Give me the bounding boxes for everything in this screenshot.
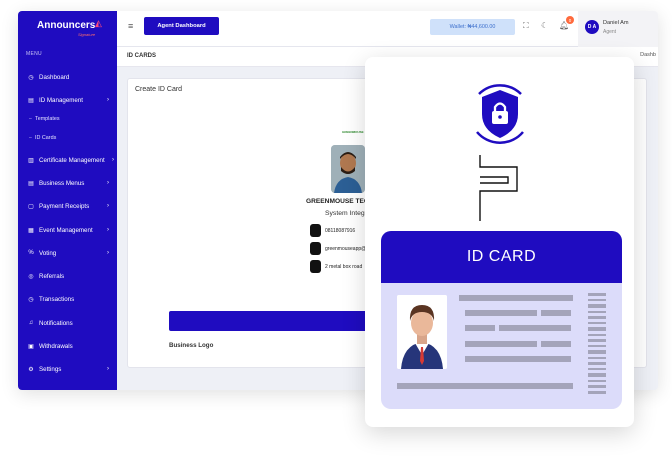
person-avatar-icon <box>397 295 447 369</box>
menu-caption: MENU <box>26 51 42 57</box>
card-title: Create ID Card <box>135 86 183 93</box>
page-title: ID CARDS <box>127 53 157 59</box>
sidebar-item-label: ID Management <box>39 96 84 104</box>
calendar-icon: ▦ <box>28 227 34 234</box>
sidebar-subitem-label: ID Cards <box>35 135 57 141</box>
sidebar-item-label: Notifications <box>39 319 73 327</box>
user-menu[interactable]: D A Daniel Am Agent <box>578 11 658 47</box>
sidebar-item-id-management[interactable]: ▤ ID Management › <box>18 92 117 108</box>
phone-text: 08118087916 <box>325 227 356 234</box>
email-row: greenmouseapp@ <box>310 242 366 255</box>
info-line <box>499 325 571 331</box>
brand-mark-icon: ◭ <box>95 18 102 28</box>
info-line <box>465 341 537 347</box>
sidebar-item-label: Certificate Management <box>39 156 105 164</box>
sidebar-item-label: Payment Receipts <box>39 202 90 210</box>
dashboard-icon: ◷ <box>28 74 34 81</box>
sidebar-subitem-templates[interactable]: – Templates <box>29 116 60 122</box>
address-text: 2 metal box road <box>325 263 363 270</box>
sidebar-item-certificate-management[interactable]: ▥ Certificate Management › <box>18 152 117 168</box>
brand-subtitle: Signature <box>78 32 96 37</box>
gear-icon: ⚙ <box>28 366 34 373</box>
chevron-right-icon: › <box>107 227 109 233</box>
sidebar-item-label: Withdrawals <box>39 342 73 350</box>
user-role: Agent <box>603 29 617 35</box>
notification-badge: 0 <box>566 16 574 24</box>
id-photo <box>397 295 447 369</box>
chevron-right-icon: › <box>107 180 109 186</box>
menu-book-icon: ▤ <box>28 180 34 187</box>
percent-icon: % <box>28 250 34 256</box>
sidebar-item-notifications[interactable]: ♫ Notifications <box>18 315 117 331</box>
holder-role: System Integra <box>325 210 371 217</box>
circuit-line-icon <box>479 155 518 221</box>
shield-lock-icon <box>476 84 524 144</box>
certificate-icon: ▥ <box>28 157 34 164</box>
sidebar-item-label: Transactions <box>39 295 75 303</box>
address-row: 2 metal box road <box>310 260 362 273</box>
referral-icon: ◎ <box>28 273 34 280</box>
sidebar-subitem-label: Templates <box>35 116 60 122</box>
company-mini-logo: GREENMOUSE <box>342 130 364 134</box>
user-name: Daniel Am <box>603 20 629 26</box>
sidebar-item-dashboard[interactable]: ◷ Dashboard <box>18 69 117 85</box>
sidebar: Announcers ◭ Signature MENU ◷ Dashboard … <box>18 11 117 390</box>
avatar: D A <box>585 20 599 34</box>
id-card: ID CARD <box>381 231 622 409</box>
phone-icon <box>310 224 321 237</box>
transactions-icon: ◷ <box>28 296 34 303</box>
chevron-right-icon: › <box>107 250 109 256</box>
bell-icon: ♫ <box>28 320 34 326</box>
email-icon <box>310 242 321 255</box>
business-logo-label: Business Logo <box>169 342 214 349</box>
chevron-right-icon: › <box>107 203 109 209</box>
agent-dashboard-button[interactable]: Agent Dashboard <box>144 17 219 35</box>
receipt-icon: ▢ <box>28 203 34 210</box>
id-card-illustration-panel: ID CARD <box>365 57 634 427</box>
info-line <box>465 356 571 362</box>
sidebar-item-label: Referrals <box>39 272 65 280</box>
chevron-right-icon: › <box>107 366 109 372</box>
sidebar-item-label: Business Menus <box>39 179 85 187</box>
sidebar-item-label: Event Management <box>39 226 93 234</box>
sidebar-item-settings[interactable]: ⚙ Settings › <box>18 361 117 377</box>
moon-icon[interactable]: ☾ <box>541 21 548 30</box>
email-text: greenmouseapp@ <box>325 245 367 252</box>
person-photo-icon <box>331 145 365 193</box>
barcode-icon <box>588 293 606 394</box>
sidebar-item-event-management[interactable]: ▦ Event Management › <box>18 222 117 238</box>
info-line <box>541 310 571 316</box>
id-card-heading: ID CARD <box>381 231 622 283</box>
brand-logo[interactable]: Announcers <box>37 20 95 31</box>
phone-row: 08118087916 <box>310 224 355 237</box>
sidebar-item-label: Voting <box>39 249 57 257</box>
hamburger-menu-icon[interactable]: ≡ <box>128 21 133 31</box>
breadcrumb[interactable]: Dashb <box>640 52 656 58</box>
sidebar-item-label: Dashboard <box>39 73 70 81</box>
top-bar: ≡ Agent Dashboard Wallet: ₦44,600.00 ⛶ ☾… <box>117 11 658 47</box>
withdrawal-icon: ▣ <box>28 343 34 350</box>
sidebar-item-voting[interactable]: % Voting › <box>18 245 117 261</box>
chevron-right-icon: › <box>112 157 114 163</box>
holder-photo <box>331 145 365 193</box>
chevron-right-icon: › <box>107 97 109 103</box>
sidebar-item-label: Settings <box>39 365 62 373</box>
stage: Announcers ◭ Signature MENU ◷ Dashboard … <box>0 0 672 469</box>
info-line <box>459 295 573 301</box>
info-line <box>541 341 571 347</box>
sidebar-item-transactions[interactable]: ◷ Transactions <box>18 291 117 307</box>
sidebar-item-payment-receipts[interactable]: ▢ Payment Receipts › <box>18 198 117 214</box>
sidebar-subitem-id-cards[interactable]: – ID Cards <box>29 135 56 141</box>
fullscreen-icon[interactable]: ⛶ <box>523 21 529 31</box>
info-line <box>465 310 537 316</box>
id-card-icon: ▤ <box>28 97 34 104</box>
wallet-balance: Wallet: ₦44,600.00 <box>430 19 515 35</box>
info-line <box>397 383 573 389</box>
sidebar-item-withdrawals[interactable]: ▣ Withdrawals <box>18 338 117 354</box>
sidebar-item-business-menus[interactable]: ▤ Business Menus › <box>18 175 117 191</box>
info-line <box>465 325 495 331</box>
location-icon <box>310 260 321 273</box>
sidebar-item-referrals[interactable]: ◎ Referrals <box>18 268 117 284</box>
